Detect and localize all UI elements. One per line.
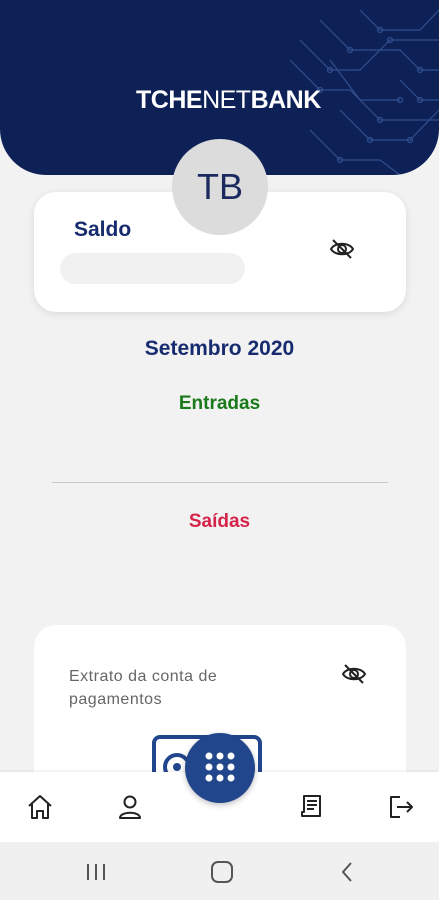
divider <box>52 482 388 483</box>
home-icon[interactable] <box>25 792 55 822</box>
period-title: Setembro 2020 <box>144 337 295 360</box>
back-icon[interactable] <box>334 858 362 886</box>
recents-icon[interactable] <box>82 858 110 886</box>
brand-tche: TCHE <box>136 86 203 114</box>
keypad-button[interactable] <box>185 733 255 803</box>
eye-off-icon[interactable] <box>329 238 355 260</box>
home-circle-icon[interactable] <box>208 858 236 886</box>
keypad-icon <box>205 752 235 782</box>
income-label: Entradas <box>178 393 261 414</box>
eye-off-icon[interactable] <box>341 663 367 685</box>
expense-label: Saídas <box>188 511 251 532</box>
system-nav-bar <box>0 842 439 900</box>
user-icon[interactable] <box>115 792 145 822</box>
balance-label: Saldo <box>74 218 132 241</box>
receipt-icon[interactable] <box>296 792 326 822</box>
brand-bank: BANK <box>250 86 322 114</box>
logout-icon[interactable] <box>386 792 416 822</box>
brand-net: NET <box>202 86 251 114</box>
statement-title: Extrato da conta de pagamentos <box>69 668 218 708</box>
avatar[interactable]: TB <box>172 139 268 235</box>
brand-logo: TCHENETBANK <box>136 86 321 115</box>
balance-value-hidden <box>60 253 245 284</box>
